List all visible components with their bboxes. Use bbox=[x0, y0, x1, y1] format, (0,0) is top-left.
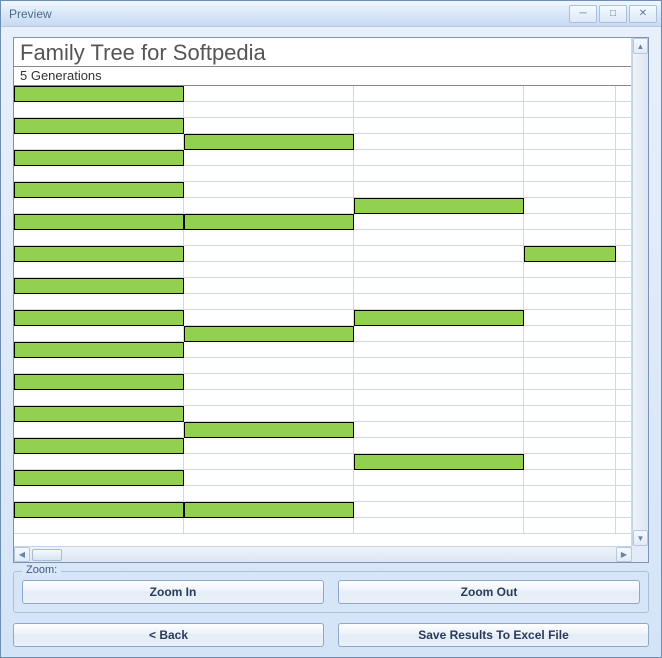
content-area: Family Tree for Softpedia 5 Generations … bbox=[1, 27, 661, 657]
tree-block bbox=[14, 150, 184, 166]
window-controls: ─ □ ✕ bbox=[569, 5, 657, 23]
sheet-title: Family Tree for Softpedia bbox=[14, 38, 631, 67]
tree-block bbox=[354, 198, 524, 214]
scroll-right-button[interactable]: ▶ bbox=[616, 547, 632, 562]
preview-window: Preview ─ □ ✕ Family Tree for Softpedia … bbox=[0, 0, 662, 658]
zoom-out-button[interactable]: Zoom Out bbox=[338, 580, 640, 604]
tree-block bbox=[14, 438, 184, 454]
grid-area bbox=[14, 86, 631, 534]
tree-block bbox=[14, 246, 184, 262]
tree-block bbox=[14, 118, 184, 134]
spreadsheet[interactable]: Family Tree for Softpedia 5 Generations bbox=[14, 38, 632, 562]
tree-block bbox=[14, 182, 184, 198]
save-button[interactable]: Save Results To Excel File bbox=[338, 623, 649, 647]
preview-inner: Family Tree for Softpedia 5 Generations … bbox=[14, 38, 648, 562]
scroll-up-button[interactable]: ▲ bbox=[633, 38, 648, 54]
horizontal-scrollbar[interactable]: ◀ ▶ bbox=[14, 546, 632, 562]
tree-block bbox=[184, 502, 354, 518]
tree-block bbox=[14, 86, 184, 102]
tree-block bbox=[354, 454, 524, 470]
minimize-button[interactable]: ─ bbox=[569, 5, 597, 23]
bottom-buttons: < Back Save Results To Excel File bbox=[13, 623, 649, 647]
tree-block bbox=[14, 214, 184, 230]
zoom-buttons: Zoom In Zoom Out bbox=[22, 580, 640, 604]
titlebar: Preview ─ □ ✕ bbox=[1, 1, 661, 27]
zoom-in-button[interactable]: Zoom In bbox=[22, 580, 324, 604]
scroll-thumb[interactable] bbox=[32, 549, 62, 561]
tree-block bbox=[524, 246, 616, 262]
tree-block bbox=[184, 214, 354, 230]
zoom-label: Zoom: bbox=[22, 564, 61, 576]
sheet-subtitle: 5 Generations bbox=[14, 67, 631, 86]
back-button[interactable]: < Back bbox=[13, 623, 324, 647]
close-button[interactable]: ✕ bbox=[629, 5, 657, 23]
scroll-down-button[interactable]: ▼ bbox=[633, 530, 648, 546]
window-title: Preview bbox=[9, 7, 569, 21]
tree-block bbox=[14, 342, 184, 358]
zoom-group: Zoom: Zoom In Zoom Out bbox=[13, 571, 649, 613]
preview-panel: Family Tree for Softpedia 5 Generations … bbox=[13, 37, 649, 563]
vertical-scrollbar[interactable]: ▲ ▼ bbox=[632, 38, 648, 546]
maximize-button[interactable]: □ bbox=[599, 5, 627, 23]
tree-blocks bbox=[14, 86, 631, 534]
tree-block bbox=[354, 310, 524, 326]
tree-block bbox=[14, 470, 184, 486]
scroll-corner bbox=[632, 546, 648, 562]
tree-block bbox=[184, 422, 354, 438]
tree-block bbox=[14, 406, 184, 422]
tree-block bbox=[14, 278, 184, 294]
scroll-left-button[interactable]: ◀ bbox=[14, 547, 30, 562]
tree-block bbox=[14, 310, 184, 326]
tree-block bbox=[14, 374, 184, 390]
tree-block bbox=[184, 134, 354, 150]
tree-block bbox=[14, 502, 184, 518]
tree-block bbox=[184, 326, 354, 342]
